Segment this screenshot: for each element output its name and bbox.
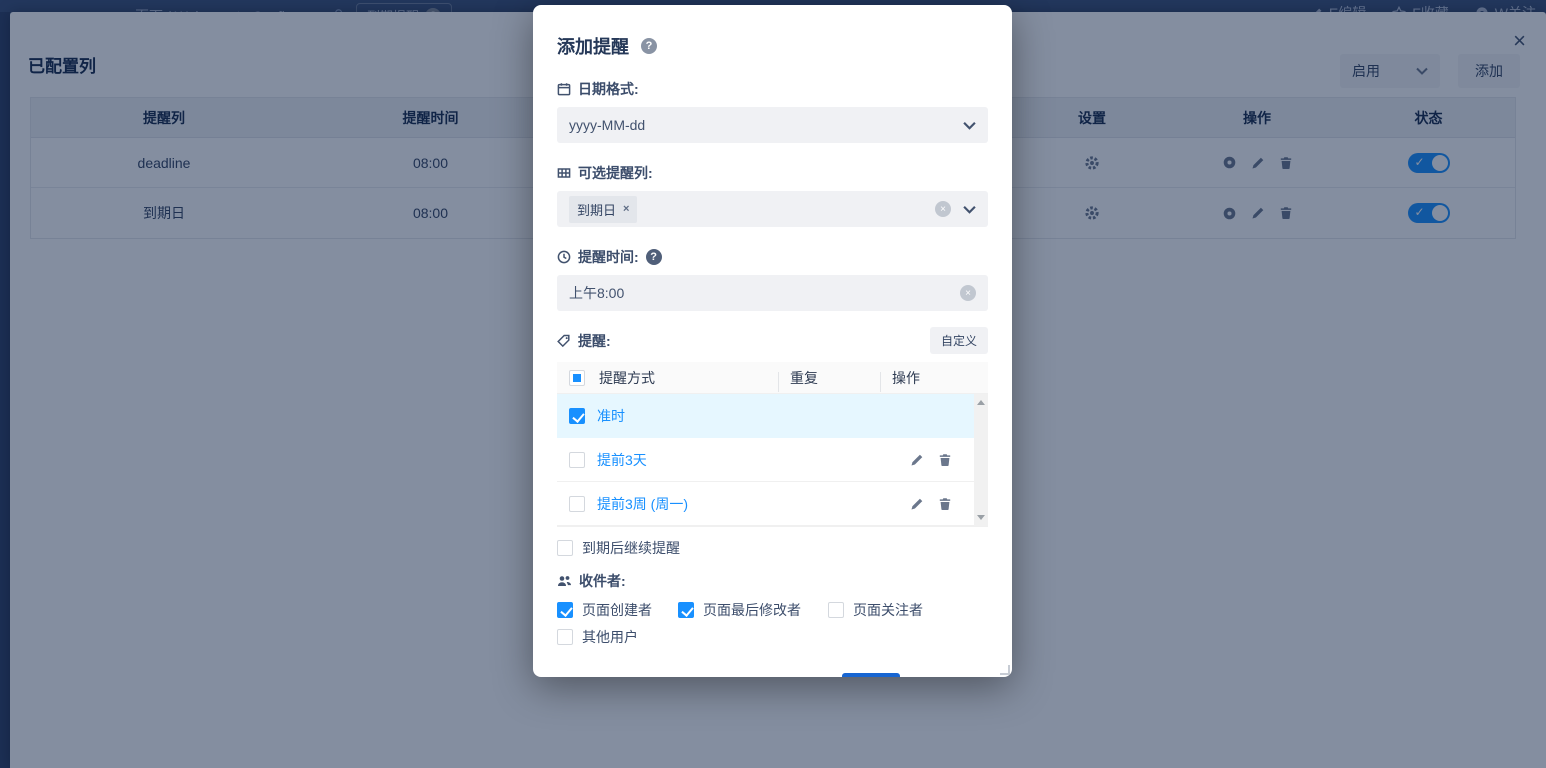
selected-column-tag: 到期日 ×	[569, 196, 637, 223]
table-icon	[557, 166, 571, 180]
recipient-label: 页面最后修改者	[703, 600, 801, 620]
reminder-row-3days[interactable]: 提前3天	[557, 438, 988, 482]
reminder-options-table: 提醒方式 重复 操作 准时 提前3天	[557, 362, 988, 527]
reminder-row-ontime[interactable]: 准时	[557, 394, 988, 438]
row-checkbox[interactable]	[569, 496, 585, 512]
recipient-page-creator[interactable]: 页面创建者	[557, 600, 678, 620]
recipient-checkbox[interactable]	[557, 602, 573, 618]
chevron-down-icon	[963, 205, 976, 214]
columns-label-row: 可选提醒列:	[557, 163, 988, 183]
add-reminder-dialog: 添加提醒 ? 日期格式: yyyy-MM-dd 可选提醒列: 到期日 ×	[533, 5, 1012, 677]
recipient-label: 页面关注者	[853, 600, 923, 620]
time-label-row: 提醒时间: ?	[557, 247, 988, 267]
clear-time-icon[interactable]: ×	[960, 285, 976, 301]
recipients-label-row: 收件者:	[557, 571, 988, 591]
reminder-name[interactable]: 准时	[597, 406, 788, 426]
recipient-page-watcher[interactable]: 页面关注者	[828, 600, 988, 620]
columns-label: 可选提醒列:	[578, 163, 653, 183]
resize-handle[interactable]	[1000, 665, 1010, 675]
select-all-checkbox[interactable]	[569, 370, 585, 386]
reminder-row-3weeks[interactable]: 提前3周 (周一)	[557, 482, 988, 526]
recipient-label: 其他用户	[582, 627, 638, 647]
recipient-checkbox[interactable]	[557, 629, 573, 645]
reminders-label: 提醒:	[578, 331, 611, 351]
recipient-checkbox[interactable]	[828, 602, 844, 618]
time-label: 提醒时间:	[578, 247, 639, 267]
customize-button[interactable]: 自定义	[930, 327, 988, 354]
dialog-title: 添加提醒	[557, 33, 629, 59]
help-icon[interactable]: ?	[641, 38, 657, 54]
tag-label: 到期日	[577, 200, 616, 219]
date-format-value: yyyy-MM-dd	[569, 117, 951, 133]
recipient-other-users[interactable]: 其他用户	[557, 627, 988, 647]
tag-icon	[557, 334, 571, 348]
continue-label: 到期后继续提醒	[582, 538, 680, 558]
time-input[interactable]: 上午8:00 ×	[557, 275, 988, 311]
scroll-down-icon[interactable]	[977, 515, 985, 520]
recipient-checkbox[interactable]	[678, 602, 694, 618]
row-checkbox[interactable]	[569, 452, 585, 468]
continue-reminder-option[interactable]: 到期后继续提醒	[557, 538, 988, 558]
reminders-label-row: 提醒:	[557, 331, 611, 351]
scrollbar[interactable]	[974, 394, 988, 526]
date-format-label: 日期格式:	[578, 79, 639, 99]
reminder-name[interactable]: 提前3天	[597, 450, 788, 470]
people-icon	[557, 574, 572, 588]
clear-all-icon[interactable]: ×	[935, 201, 951, 217]
clock-icon	[557, 250, 571, 264]
header-actions: 操作	[890, 368, 988, 388]
reminder-table-header: 提醒方式 重复 操作	[557, 362, 988, 394]
add-button[interactable]: 添加	[842, 673, 900, 677]
chevron-down-icon	[963, 121, 976, 130]
recipient-label: 页面创建者	[582, 600, 652, 620]
header-repeat: 重复	[788, 368, 890, 388]
delete-icon[interactable]	[938, 497, 952, 511]
date-format-select[interactable]: yyyy-MM-dd	[557, 107, 988, 143]
calendar-icon	[557, 82, 571, 96]
time-value: 上午8:00	[569, 283, 950, 303]
columns-multiselect[interactable]: 到期日 × ×	[557, 191, 988, 227]
reminder-name[interactable]: 提前3周 (周一)	[597, 494, 788, 514]
remove-tag-icon[interactable]: ×	[623, 203, 629, 215]
row-checkbox[interactable]	[569, 408, 585, 424]
continue-checkbox[interactable]	[557, 540, 573, 556]
edit-icon[interactable]	[910, 453, 924, 467]
edit-icon[interactable]	[910, 497, 924, 511]
header-mode: 提醒方式	[597, 368, 788, 388]
time-help-icon[interactable]: ?	[646, 249, 662, 265]
scroll-up-icon[interactable]	[977, 400, 985, 405]
date-format-label-row: 日期格式:	[557, 79, 988, 99]
delete-icon[interactable]	[938, 453, 952, 467]
recipient-last-modifier[interactable]: 页面最后修改者	[678, 600, 828, 620]
screen: 页面 / Welcome to Confluence 到期提醒 ? E编辑 F收…	[0, 0, 1546, 768]
recipients-label: 收件者:	[579, 571, 626, 591]
